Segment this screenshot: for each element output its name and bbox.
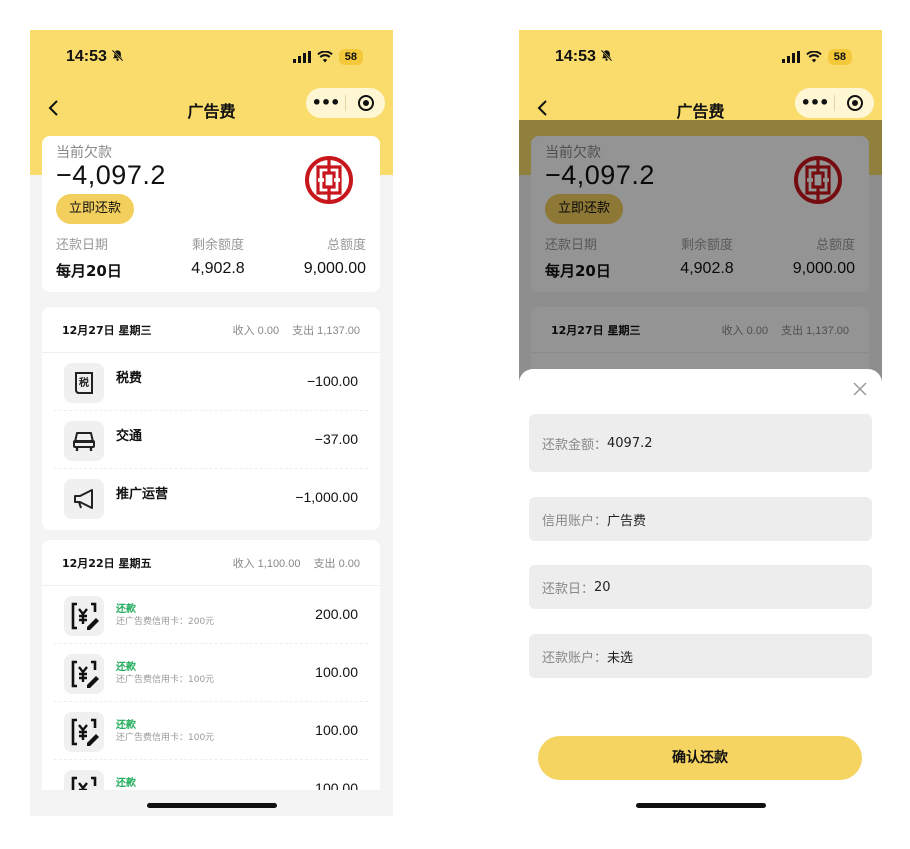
transaction-row[interactable]: 税 税费 −100.00 [54,353,368,411]
repay-source-account-label: 还款账户： [542,650,608,666]
debt-amount: −4,097.2 [56,160,166,190]
transaction-name: 还款 [116,604,136,615]
remaining-credit-label: 剩余额度 [191,238,244,253]
repay-date-value: 每月20日 [56,262,122,280]
megaphone-icon [64,479,104,519]
close-miniapp-button[interactable] [346,94,385,112]
transaction-row[interactable]: 推广运营 −1,000.00 [54,469,368,527]
status-time: 14:53 [66,48,124,66]
transaction-amount: 100.00 [315,722,358,738]
repay-amount-value: 4097.2 [607,435,653,451]
repay-amount-label: 还款金额： [542,437,608,453]
yuan-pen-icon [64,654,104,694]
debt-label: 当前欠款 [56,145,112,161]
repay-date-label: 还款日期 [56,238,109,253]
repay-amount-field[interactable]: 还款金额： 4097.2 [529,414,872,472]
group-expense: 支出 1,137.00 [292,324,360,337]
phone-right-screen: 14:53 58 广告费 ••• 当前欠款 −4,097.2 立即还款 还款日期… [519,30,882,816]
battery-indicator: 58 [338,49,363,65]
repay-source-account-field[interactable]: 还款账户： 未选 [529,634,872,678]
transaction-row[interactable]: 还款 还广告费信用卡：100元 100.00 [54,702,368,760]
signal-icon [292,51,311,63]
transaction-name: 还款 [116,720,136,731]
total-credit-column: 总额度 9,000.00 [304,234,366,278]
group-expense: 支出 0.00 [313,557,360,570]
transaction-name: 还款 [116,662,136,673]
yuan-pen-icon [64,596,104,636]
group-header: 12月27日 星期三 收入 0.00 支出 1,137.00 [42,307,380,353]
wifi-icon [806,51,822,63]
group-header: 12月22日 星期五 收入 1,100.00 支出 0.00 [42,540,380,586]
transaction-row[interactable]: 交通 −37.00 [54,411,368,469]
total-credit-value: 9,000.00 [303,260,366,277]
mute-bell-icon [112,49,124,62]
transaction-row[interactable]: 还款 还广告费信用卡：200元 200.00 [54,586,368,644]
home-indicator [636,803,766,808]
transaction-amount: 100.00 [315,664,358,680]
group-income: 收入 1,100.00 [232,557,301,570]
transaction-name: 推广运营 [116,487,169,502]
transaction-note: 还广告费信用卡：100元 [116,675,215,685]
credit-account-value: 广告费 [607,513,647,529]
mute-bell-icon [601,49,613,62]
transaction-note: 还广告费信用卡：200元 [116,617,215,627]
transaction-row[interactable]: 还款 还广告费信用卡：100元 100.00 [54,644,368,702]
credit-account-field[interactable]: 信用账户： 广告费 [529,497,872,541]
repay-date-column: 还款日期 每月20日 [56,234,122,281]
transaction-amount: 200.00 [315,606,358,622]
status-bar: 14:53 58 [30,30,393,86]
repayment-bottom-sheet: 还款金额： 4097.2 信用账户： 广告费 还款日： 20 还款账户： 未选 … [519,369,882,816]
car-icon [64,421,104,461]
transaction-name: 税费 [116,371,143,386]
total-credit-label: 总额度 [326,238,366,253]
miniapp-capsule: ••• [795,88,874,118]
transaction-note: 还广告费信用卡：100元 [116,733,215,743]
transaction-amount: −100.00 [307,373,358,389]
group-date: 12月22日 星期五 [62,556,152,570]
repay-now-button[interactable]: 立即还款 [56,194,134,224]
yuan-pen-icon [64,712,104,752]
battery-indicator: 58 [827,49,852,65]
icbc-bank-logo-icon [305,156,353,204]
target-circle-icon [846,95,863,111]
remaining-credit-column: 剩余额度 4,902.8 [178,234,258,278]
target-circle-icon [357,95,374,111]
repay-day-label: 还款日： [542,581,595,597]
tax-receipt-icon: 税 [64,363,104,403]
miniapp-capsule: ••• [306,88,385,118]
transaction-amount: −1,000.00 [295,489,358,505]
home-indicator [147,803,277,808]
svg-text:税: 税 [79,376,89,389]
transaction-group: 12月22日 星期五 收入 1,100.00 支出 0.00 还款 还广告费信用… [42,540,380,816]
nav-bar: 广告费 ••• [30,86,393,130]
more-menu-button[interactable]: ••• [795,88,834,118]
phone-left-screen: 14:53 58 广告费 ••• 当前欠款 −4,097.2 立即还款 还款日期… [30,30,393,816]
repay-source-account-value: 未选 [607,650,634,666]
transaction-amount: −37.00 [314,431,358,447]
status-time: 14:53 [555,48,613,66]
close-icon[interactable] [852,381,868,397]
confirm-repay-button[interactable]: 确认还款 [538,736,862,780]
status-bar: 14:53 58 [519,30,882,86]
transaction-name: 还款 [116,778,136,789]
close-miniapp-button[interactable] [835,94,874,112]
transaction-name: 交通 [116,429,143,444]
credit-account-label: 信用账户： [542,513,608,529]
group-income: 收入 0.00 [232,324,280,337]
remaining-credit-value: 4,902.8 [191,260,245,277]
repay-day-value: 20 [594,579,611,595]
more-menu-button[interactable]: ••• [306,88,345,118]
group-date: 12月27日 星期三 [62,323,152,337]
repay-day-field[interactable]: 还款日： 20 [529,565,872,609]
wifi-icon [317,51,333,63]
signal-icon [781,51,800,63]
transaction-group: 12月27日 星期三 收入 0.00 支出 1,137.00 税 税费 −100… [42,307,380,530]
account-summary-card: 当前欠款 −4,097.2 立即还款 还款日期 每月20日 剩余额度 4,902… [42,136,380,292]
